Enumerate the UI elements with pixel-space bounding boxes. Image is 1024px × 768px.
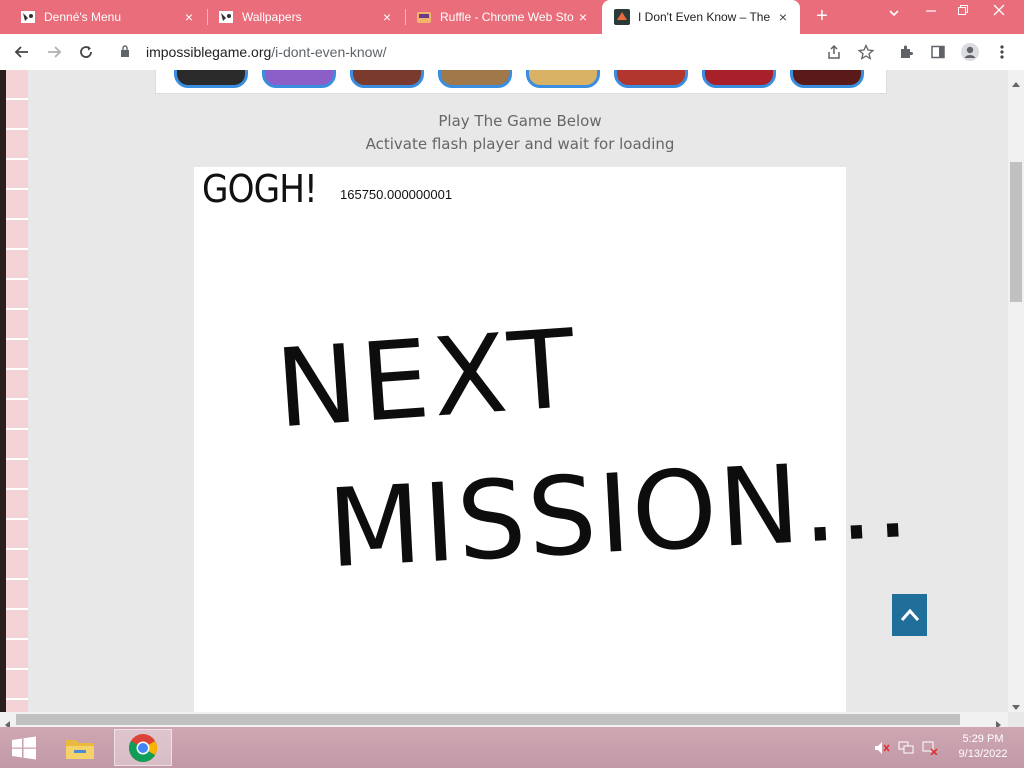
- lock-icon[interactable]: [120, 44, 136, 60]
- side-panel-icon[interactable]: [926, 40, 950, 64]
- game-controller-icon: [20, 9, 36, 25]
- browser-toolbar: impossiblegame.org/i-dont-even-know/: [0, 34, 1024, 71]
- close-icon[interactable]: ×: [378, 9, 396, 25]
- bookmark-star-icon[interactable]: [854, 40, 878, 64]
- game-score: 165750.000000001: [340, 187, 453, 202]
- tab-title: Wallpapers: [242, 10, 302, 24]
- game-thumbnail[interactable]: [790, 70, 864, 88]
- windows-taskbar: [0, 727, 1024, 768]
- restore-icon[interactable]: [948, 3, 978, 19]
- url-domain: impossiblegame.org: [146, 44, 272, 60]
- mission-text: MISSION...: [325, 436, 914, 593]
- volume-muted-icon[interactable]: [874, 741, 890, 758]
- tab-title: Ruffle - Chrome Web Store: [440, 10, 574, 24]
- game-thumbnail[interactable]: [262, 70, 336, 88]
- game-logo: GOGH!: [202, 167, 318, 211]
- game-thumbnail[interactable]: [438, 70, 512, 88]
- close-icon[interactable]: ×: [774, 9, 792, 25]
- reload-icon[interactable]: [74, 40, 98, 64]
- close-icon[interactable]: ×: [574, 9, 592, 25]
- system-clock[interactable]: 5:29 PM 9/13/2022: [948, 732, 1018, 762]
- horizontal-scrollbar[interactable]: [0, 712, 1008, 729]
- minimize-icon[interactable]: [916, 3, 946, 19]
- game-thumbnail[interactable]: [350, 70, 424, 88]
- more-menu-icon[interactable]: [990, 40, 1014, 64]
- chevron-down-icon[interactable]: [888, 7, 900, 22]
- game-thumbnails-strip: [155, 70, 887, 94]
- tab-wallpapers[interactable]: Wallpapers ×: [208, 0, 404, 34]
- new-tab-button[interactable]: +: [810, 5, 834, 28]
- vertical-scrollbar[interactable]: [1008, 70, 1024, 712]
- game-thumbnail[interactable]: [526, 70, 600, 88]
- tab-title: I Don't Even Know – The: [638, 10, 771, 24]
- flash-game-canvas[interactable]: GOGH! 165750.000000001 NEXT MISSION...: [194, 167, 914, 712]
- game-thumbnail[interactable]: [702, 70, 776, 88]
- tab-i-dont-even-know[interactable]: I Don't Even Know – The ×: [602, 0, 800, 34]
- ruffle-icon: [416, 9, 432, 25]
- windows-start-icon[interactable]: [4, 729, 44, 766]
- play-heading: Play The Game Below: [438, 112, 602, 130]
- share-icon[interactable]: [822, 40, 846, 64]
- tab-dennes-menu[interactable]: Denné's Menu ×: [0, 0, 206, 34]
- url-path: /i-dont-even-know/: [271, 44, 387, 60]
- forward-icon[interactable]: [42, 40, 66, 64]
- tab-ruffle[interactable]: Ruffle - Chrome Web Store ×: [406, 0, 600, 34]
- network-icon[interactable]: [898, 741, 914, 758]
- game-thumbnail[interactable]: [614, 70, 688, 88]
- close-icon[interactable]: ×: [180, 9, 198, 25]
- tab-title: Denné's Menu: [44, 10, 122, 24]
- extensions-icon[interactable]: [894, 40, 918, 64]
- scroll-up-arrow-icon[interactable]: [1012, 74, 1020, 92]
- close-window-icon[interactable]: [984, 3, 1014, 19]
- clock-date: 9/13/2022: [958, 748, 1008, 760]
- chrome-taskbar-icon[interactable]: [114, 729, 172, 766]
- play-subheading: Activate flash player and wait for loadi…: [365, 135, 675, 153]
- next-text: NEXT: [272, 306, 584, 453]
- game-controller-icon: [218, 9, 234, 25]
- scroll-down-arrow-icon[interactable]: [1012, 698, 1020, 716]
- scrollbar-thumb[interactable]: [1010, 162, 1022, 302]
- clock-time: 5:29 PM: [962, 733, 1004, 745]
- scrollbar-thumb[interactable]: [16, 714, 960, 725]
- profile-avatar-icon[interactable]: [958, 40, 982, 64]
- address-bar[interactable]: impossiblegame.org/i-dont-even-know/: [112, 38, 890, 66]
- action-center-icon[interactable]: [922, 741, 938, 758]
- back-icon[interactable]: [10, 40, 34, 64]
- web-page: Play The Game Below Activate flash playe…: [0, 70, 1008, 712]
- file-explorer-icon[interactable]: [58, 729, 102, 766]
- site-favicon: [614, 9, 630, 25]
- tab-strip: Denné's Menu × Wallpapers × Ruffle - Chr…: [0, 0, 1024, 34]
- scroll-to-top-button[interactable]: [892, 594, 927, 636]
- game-thumbnail[interactable]: [174, 70, 248, 88]
- page-left-edge: [0, 70, 6, 712]
